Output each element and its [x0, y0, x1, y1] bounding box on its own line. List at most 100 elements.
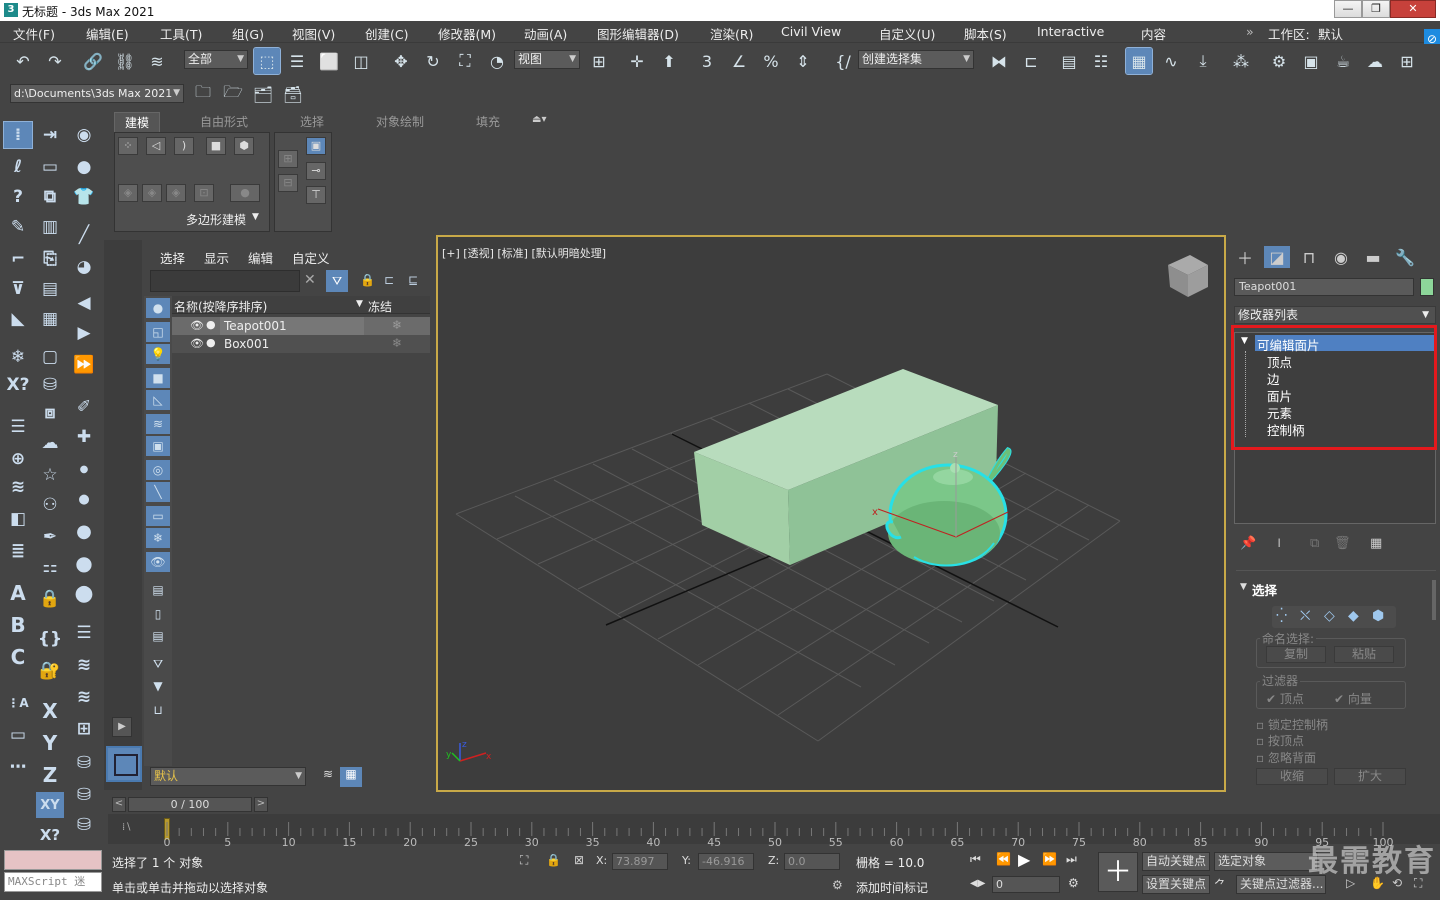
ribbon-group-arrow-icon[interactable]: ▼ — [252, 212, 259, 222]
cylinder2-icon[interactable]: ⛁ — [70, 782, 98, 808]
place-icon[interactable]: ◔ — [484, 48, 510, 74]
stack-icon[interactable]: ⎘ — [36, 246, 64, 272]
expand-panel-icon[interactable]: ▶ — [112, 717, 132, 737]
add-time-tag[interactable]: 添加时间标记 — [856, 879, 928, 896]
pencil-icon[interactable]: ✐ — [70, 394, 98, 420]
unlink-icon[interactable]: ⛓ — [112, 48, 138, 74]
scale-stack-icon[interactable]: ⊞ — [70, 716, 98, 742]
keyboard-shortcut-icon[interactable]: ⬆ — [656, 48, 682, 74]
motion-tab-icon[interactable]: ◉ — [1328, 246, 1354, 268]
workspace-value[interactable]: 默认 — [1318, 24, 1343, 43]
visibility-eye-icon[interactable]: 👁 — [190, 337, 204, 350]
goto-start-icon[interactable]: ⏮ — [970, 852, 981, 867]
edit-named-sel-icon[interactable]: {/ — [830, 48, 856, 74]
key-mode-icon[interactable]: ◀▶ — [970, 878, 985, 889]
frame-icon[interactable]: ▢ — [36, 344, 64, 370]
menu-scripting[interactable]: 脚本(S) — [964, 24, 1007, 43]
filter-camera-icon[interactable]: ■ — [146, 368, 170, 388]
select-object-button[interactable]: ⬚ — [253, 47, 281, 75]
cloud-icon[interactable]: ☁ — [36, 430, 64, 456]
edge-mode-icon[interactable]: ◇ — [1324, 608, 1335, 624]
next-frame-icon[interactable]: > — [254, 797, 268, 812]
filter-frozen-icon[interactable]: ❄ — [146, 528, 170, 548]
object-color-swatch[interactable] — [1420, 278, 1434, 296]
window-crossing-icon[interactable]: ◫ — [348, 48, 374, 74]
xyz-help-icon[interactable]: X? — [36, 822, 64, 848]
ribbon-tab-populate-label[interactable]: 填充 — [476, 113, 500, 130]
sort-arrow-icon[interactable]: ▼ — [356, 299, 363, 309]
forward-icon[interactable]: ⏩ — [70, 352, 98, 378]
ribbon-tab-modeling[interactable]: 建模 — [114, 112, 161, 133]
ribbon-polygon-icon[interactable]: ■ — [206, 137, 226, 155]
viewport-layout-button[interactable] — [106, 746, 142, 782]
modifier-list-dropdown[interactable]: 修改器列表 ▼ — [1234, 306, 1436, 324]
named-selection-dropdown[interactable]: 创建选择集 ▼ — [858, 50, 974, 69]
maximize-button[interactable]: ❐ — [1362, 0, 1390, 18]
vertex-mode-icon[interactable]: ⁛ — [1276, 608, 1287, 624]
handle-mode-icon[interactable]: ⛌ — [1300, 608, 1310, 624]
ribbon-border-icon[interactable]: ) — [174, 137, 194, 155]
filter-geometry-icon[interactable]: ● — [146, 298, 170, 318]
render-more-icon[interactable]: ⊞ — [1394, 48, 1420, 74]
z-coord-field[interactable]: 0.0 — [784, 853, 840, 870]
selection-lock-icon[interactable]: 🔒 — [546, 853, 561, 867]
menu-civil-view[interactable]: Civil View — [781, 24, 841, 39]
menu-view[interactable]: 视图(V) — [292, 24, 335, 43]
copy-button[interactable]: 复制 — [1266, 646, 1326, 663]
filter-group-icon[interactable]: ▣ — [146, 436, 170, 456]
ribbon-op3-icon[interactable]: ◈ — [166, 184, 186, 202]
menu-customize[interactable]: 自定义(U) — [879, 24, 935, 43]
spinner-snap-icon[interactable]: ⇕ — [790, 48, 816, 74]
scene-tab-display[interactable]: 显示 — [204, 248, 229, 267]
set-key-button[interactable]: 设置关键点 — [1142, 875, 1211, 894]
perspective-viewport[interactable]: [+] [透视] [标准] [默认明暗处理] x z z x y — [436, 235, 1226, 792]
filter-helper-icon[interactable]: ◺ — [146, 390, 170, 410]
sphere-icon[interactable]: ◕ — [70, 254, 98, 280]
set-a-icon[interactable]: A — [4, 580, 32, 606]
project-settings-icon[interactable]: 🗃 — [280, 81, 306, 107]
render-arrow-icon[interactable]: ◀ — [70, 290, 98, 316]
ribbon-options-icon[interactable]: ⏏▾ — [532, 114, 546, 125]
menu-file[interactable]: 文件(F) — [13, 24, 55, 43]
layer-stack2-icon[interactable]: ≋ — [70, 652, 98, 678]
project-folder-icon[interactable]: 🗀 — [190, 81, 216, 107]
patch-mode-icon[interactable]: ◆ — [1348, 608, 1359, 624]
camera-lock-icon[interactable]: 🔐 — [36, 658, 64, 684]
ribbon-element-icon[interactable]: ⬢ — [234, 137, 254, 155]
remove-modifier-icon[interactable]: 🗑 — [1334, 536, 1351, 551]
plus-icon[interactable]: ✚ — [70, 424, 98, 450]
selection-filter-dropdown[interactable]: 全部 ▼ — [184, 50, 248, 69]
scene-row[interactable]: 👁 ● Teapot001 ❄ — [172, 317, 430, 335]
ignore-backfacing-checkbox[interactable]: ▫ 忽略背面 — [1256, 749, 1316, 766]
mirror-icon[interactable]: ⧓ — [986, 48, 1012, 74]
bind-space-warp-icon[interactable]: ≋ — [144, 48, 170, 74]
project-open-icon[interactable]: 🗁 — [220, 81, 246, 107]
scene-explorer-toggle-icon[interactable]: ▤ — [1056, 48, 1082, 74]
filter-light-icon[interactable]: 💡 — [146, 344, 170, 364]
clone-tool-icon[interactable]: ⧈ — [36, 400, 64, 426]
close-button[interactable]: ✕ — [1390, 0, 1436, 18]
brush-icon[interactable]: ╱ — [70, 222, 98, 248]
render-dot-icon[interactable]: ● — [206, 336, 216, 349]
display-invert-icon[interactable]: ▤ — [146, 626, 170, 646]
play-button-icon[interactable]: ▶ — [1018, 850, 1030, 869]
by-vertex-checkbox[interactable]: ▫ 按顶点 — [1256, 732, 1304, 749]
ribbon-tool5-icon[interactable]: ⊤ — [306, 186, 326, 204]
reference-coord-dropdown[interactable]: 视图 ▼ — [514, 50, 580, 69]
ribbon-tab-selection[interactable]: 选择 — [300, 113, 324, 130]
pivot-center-icon[interactable]: ⊞ — [586, 48, 612, 74]
rotate-icon[interactable]: ↻ — [420, 48, 446, 74]
auto-key-button[interactable]: 自动关键点 — [1142, 852, 1211, 871]
project-path-dropdown[interactable]: d:\Documents\3ds Max 2021 ▼ — [10, 84, 184, 103]
menu-tools[interactable]: 工具(T) — [160, 24, 202, 43]
funnel-icon[interactable]: ▼ — [146, 676, 170, 696]
ribbon-tab-object-paint[interactable]: 对象绘制 — [376, 113, 424, 130]
render-production-icon[interactable]: ☕ — [1330, 48, 1356, 74]
schematic-view-icon[interactable]: ⤓ — [1190, 48, 1216, 74]
merge-icon[interactable]: ⚇ — [36, 492, 64, 518]
maxscript-input[interactable]: MAXScript 迷 — [4, 872, 102, 892]
menu-content[interactable]: 内容 — [1141, 24, 1166, 43]
filter-spacewarp-icon[interactable]: ≋ — [146, 414, 170, 434]
time-tag-icon[interactable]: ⚙ — [832, 878, 843, 892]
freeze-icon[interactable]: ❄ — [392, 318, 402, 332]
